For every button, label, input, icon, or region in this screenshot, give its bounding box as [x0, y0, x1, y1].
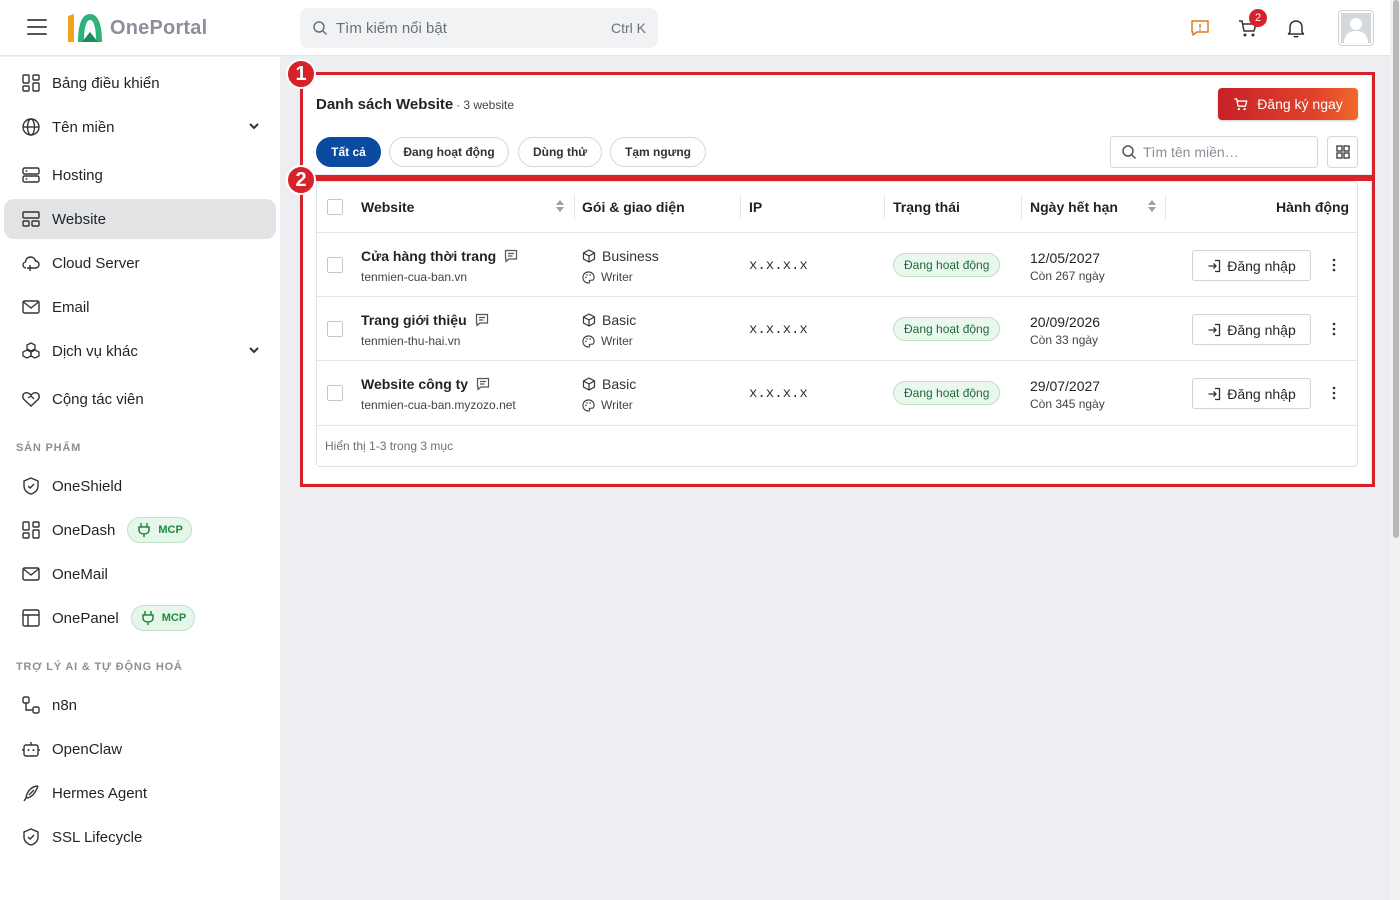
plug-icon	[138, 523, 151, 537]
boxes-icon	[20, 340, 42, 362]
sidebar-item-label: Hosting	[52, 166, 103, 184]
sidebar-item-hermes-agent[interactable]: Hermes Agent	[4, 773, 276, 813]
user-icon	[1341, 13, 1371, 43]
sidebar-item-website[interactable]: Website	[4, 199, 276, 239]
bot-icon	[20, 738, 42, 760]
sidebar-item-onedash[interactable]: OneDash MCP	[4, 510, 276, 550]
global-search[interactable]: Ctrl K	[300, 8, 658, 48]
sidebar-item-label: Website	[52, 210, 106, 228]
sidebar-item-dashboard[interactable]: Bảng điều khiển	[4, 63, 276, 103]
sidebar-item-label: OnePanel	[52, 609, 119, 627]
mcp-badge: MCP	[130, 605, 196, 631]
section-title-ai: TRỢ LÝ AI & TỰ ĐỘNG HOÁ	[16, 661, 183, 673]
sidebar-item-label: Email	[52, 298, 90, 316]
sidebar-item-label: OpenClaw	[52, 740, 123, 758]
sidebar-item-n8n[interactable]: n8n	[4, 685, 276, 725]
sidebar-item-other-services[interactable]: Dịch vụ khác	[4, 331, 276, 371]
sidebar-item-label: n8n	[52, 696, 78, 714]
section-title-products: SẢN PHẨM	[16, 442, 82, 454]
sidebar: Bảng điều khiển Tên miền Hosting Website…	[0, 57, 280, 900]
mail-icon	[20, 296, 42, 318]
sidebar-item-label: Cloud Server	[52, 254, 140, 272]
sidebar-item-affiliate[interactable]: Cộng tác viên	[4, 379, 276, 419]
feedback-icon[interactable]	[1188, 16, 1212, 40]
panel-icon	[20, 607, 42, 629]
shield-icon	[20, 475, 42, 497]
bell-icon[interactable]	[1284, 16, 1308, 40]
feather-icon	[20, 782, 42, 804]
sidebar-item-label: OneMail	[52, 565, 108, 583]
plug-icon	[141, 611, 154, 625]
cart-count-badge: 2	[1249, 9, 1267, 27]
handshake-heart-icon	[20, 388, 42, 410]
menu-icon[interactable]	[27, 19, 47, 37]
workflow-icon	[20, 694, 42, 716]
dashboard-icon	[20, 72, 42, 94]
sidebar-item-onepanel[interactable]: OnePanel MCP	[4, 598, 276, 638]
sidebar-item-label: Hermes Agent	[52, 784, 148, 802]
sidebar-item-label: Bảng điều khiển	[52, 74, 160, 92]
callout-box-1	[300, 72, 1375, 178]
sidebar-item-label: Tên miền	[52, 118, 115, 136]
cloud-icon	[20, 252, 42, 274]
top-bar: OnePortal Ctrl K 2	[0, 0, 1390, 56]
globe-icon	[20, 116, 42, 138]
sidebar-item-cloud-server[interactable]: Cloud Server	[4, 243, 276, 283]
dashboard-icon	[20, 519, 42, 541]
sidebar-item-email[interactable]: Email	[4, 287, 276, 327]
avatar[interactable]	[1338, 10, 1374, 46]
sidebar-item-oneshield[interactable]: OneShield	[4, 466, 276, 506]
sidebar-item-openclaw[interactable]: OpenClaw	[4, 729, 276, 769]
app-name: OnePortal	[110, 16, 208, 39]
logo-mark-icon	[68, 14, 102, 42]
search-icon	[313, 21, 328, 36]
sidebar-item-ssl-lifecycle[interactable]: SSL Lifecycle	[4, 817, 276, 857]
sidebar-item-domains[interactable]: Tên miền	[4, 107, 276, 147]
sidebar-item-hosting[interactable]: Hosting	[4, 155, 276, 195]
search-shortcut: Ctrl K	[611, 20, 646, 36]
sidebar-item-label: OneDash	[52, 521, 116, 539]
server-icon	[20, 164, 42, 186]
sidebar-item-label: Dịch vụ khác	[52, 342, 138, 360]
sidebar-item-label: OneShield	[52, 477, 123, 495]
callout-box-2	[300, 178, 1375, 487]
shield-check-icon	[20, 826, 42, 848]
callout-number-1: 1	[286, 59, 316, 89]
sidebar-item-onemail[interactable]: OneMail	[4, 554, 276, 594]
chevron-down-icon	[249, 123, 259, 130]
sidebar-item-label: Cộng tác viên	[52, 390, 144, 408]
logo[interactable]: OnePortal	[64, 10, 207, 46]
sidebar-item-label: SSL Lifecycle	[52, 828, 143, 846]
mail-icon	[20, 563, 42, 585]
search-input[interactable]	[336, 19, 611, 37]
scrollbar-thumb[interactable]	[1393, 0, 1399, 538]
layout-icon	[20, 208, 42, 230]
callout-number-2: 2	[286, 165, 316, 195]
mcp-badge: MCP	[127, 517, 192, 543]
chevron-down-icon	[249, 347, 259, 354]
